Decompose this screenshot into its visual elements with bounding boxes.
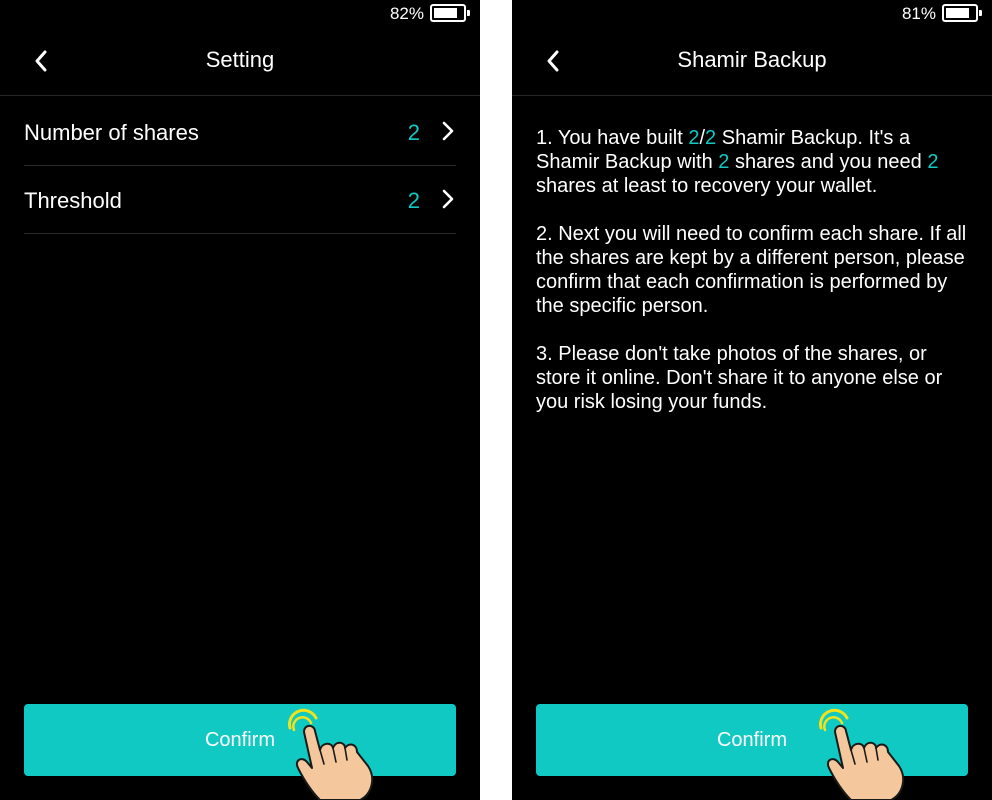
instructions-text: 1. You have built 2/2 Shamir Backup. It'… — [536, 126, 974, 438]
nav-bar: Shamir Backup — [512, 28, 992, 96]
battery-level — [434, 8, 457, 18]
setting-screen: 82% Setting Number of shares 2 Threshold… — [0, 0, 480, 800]
settings-row-value: 2 — [407, 188, 420, 213]
instruction-paragraph-2: 2. Next you will need to confirm each sh… — [536, 223, 967, 317]
chevron-right-icon — [442, 189, 454, 209]
confirm-button[interactable]: Confirm — [24, 704, 456, 776]
settings-row-label: Threshold — [24, 188, 122, 213]
nav-bar: Setting — [0, 28, 480, 96]
battery-icon — [942, 4, 982, 22]
battery-percentage: 81% — [901, 4, 936, 23]
settings-row-number-of-shares[interactable]: Number of shares 2 — [24, 98, 456, 166]
confirm-button[interactable]: Confirm — [536, 704, 968, 776]
settings-row-value: 2 — [407, 120, 420, 145]
page-title: Shamir Backup — [677, 47, 827, 72]
needed-shares-value: 2 — [927, 151, 939, 173]
settings-list: Number of shares 2 Threshold 2 — [24, 98, 456, 234]
status-bar: 82% — [0, 0, 480, 28]
chevron-right-icon — [442, 121, 454, 141]
settings-row-label: Number of shares — [24, 120, 199, 145]
battery-icon — [430, 4, 470, 22]
instruction-paragraph-1: 1. You have built 2/2 Shamir Backup. It'… — [536, 127, 939, 197]
status-bar: 81% — [512, 0, 992, 28]
battery-level — [946, 8, 969, 18]
total-shares-value: 2 — [705, 127, 717, 149]
battery-percentage: 82% — [389, 4, 424, 23]
shares-count-value: 2 — [718, 151, 730, 173]
page-title: Setting — [205, 47, 275, 72]
threshold-value: 2 — [688, 127, 700, 149]
settings-row-threshold[interactable]: Threshold 2 — [24, 166, 456, 234]
instruction-paragraph-3: 3. Please don't take photos of the share… — [536, 343, 943, 413]
shamir-backup-screen: 81% Shamir Backup 1. You have built 2/2 … — [512, 0, 992, 800]
